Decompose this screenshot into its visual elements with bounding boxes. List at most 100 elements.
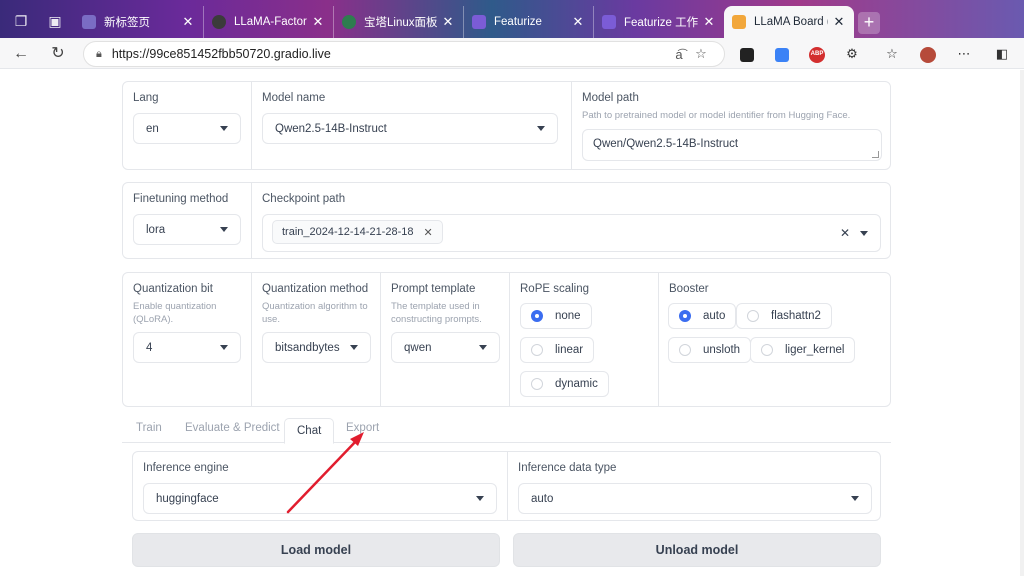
close-tab-icon[interactable]: ✕ — [702, 14, 716, 30]
tab-favicon-icon — [82, 15, 96, 29]
finetuning-method-dropdown[interactable]: lora — [133, 214, 241, 245]
checkpoint-path-cell: Checkpoint path ✕ train_2024-12-14-21-28… — [251, 183, 892, 258]
booster-cell: Booster auto flashattn2 unsloth liger_ke… — [658, 273, 892, 406]
model-name-cell: Model name Qwen2.5-14B-Instruct — [251, 82, 571, 169]
inference-dtype-dropdown[interactable]: auto — [518, 483, 872, 514]
resize-handle-icon[interactable] — [872, 151, 879, 158]
lang-dropdown[interactable]: en — [133, 113, 241, 144]
radio-unselected-icon — [761, 344, 773, 356]
quantization-bit-label: Quantization bit — [133, 283, 213, 295]
close-tab-icon[interactable]: ✕ — [571, 14, 585, 30]
workspaces-icon[interactable]: ❐ — [12, 12, 30, 30]
inference-engine-cell: Inference engine huggingface — [133, 452, 507, 520]
model-path-label: Model path — [582, 92, 639, 104]
radio-unselected-icon — [747, 310, 759, 322]
prompt-template-dropdown[interactable]: qwen — [391, 332, 500, 363]
browser-tab[interactable]: Featurize 工作区 ✕ — [594, 6, 724, 38]
browser-tab[interactable]: 宝塔Linux面板 ✕ — [334, 6, 464, 38]
featurize-icon — [472, 15, 486, 29]
booster-label: Booster — [669, 283, 709, 295]
model-path-info: Path to pretrained model or model identi… — [582, 110, 851, 121]
booster-auto-radio[interactable]: auto — [668, 303, 737, 329]
radio-unselected-icon — [531, 344, 543, 356]
quantization-method-cell: Quantization method Quantization algorit… — [251, 273, 380, 406]
inference-engine-label: Inference engine — [143, 462, 229, 474]
more-menu-icon[interactable]: ⋯ — [954, 44, 974, 64]
finetuning-method-label: Finetuning method — [133, 193, 229, 205]
favorites-icon[interactable]: ☆ — [882, 44, 902, 64]
booster-flashattn2-radio[interactable]: flashattn2 — [736, 303, 832, 329]
sidebar-toggle-icon[interactable]: ◧ — [992, 44, 1012, 64]
quantization-bit-info: Enable quantization (QLoRA). — [133, 301, 217, 325]
finetuning-method-cell: Finetuning method lora — [123, 183, 251, 258]
inference-dtype-label: Inference data type — [518, 462, 617, 474]
url-text[interactable]: https://99ce851452fbb50720.gradio.live — [112, 47, 668, 61]
browser-tab[interactable]: 新标签页 ✕ — [74, 6, 204, 38]
back-arrow-icon[interactable]: ← — [10, 43, 32, 65]
quantization-bit-cell: Quantization bit Enable quantization (QL… — [123, 273, 251, 406]
inference-engine-dropdown[interactable]: huggingface — [143, 483, 497, 514]
tab-actions-icon[interactable]: ▣ — [46, 12, 64, 30]
extension-icon[interactable] — [737, 44, 757, 64]
rope-none-radio[interactable]: none — [520, 303, 592, 329]
tab-chat[interactable]: Chat — [284, 418, 335, 444]
lock-icon[interactable]: 🔒︎ — [96, 48, 102, 61]
chevron-down-icon — [220, 126, 228, 131]
radio-unselected-icon — [679, 344, 691, 356]
address-bar[interactable]: 🔒︎ https://99ce851452fbb50720.gradio.liv… — [83, 41, 725, 67]
rope-dynamic-radio[interactable]: dynamic — [520, 371, 609, 397]
extension-icon[interactable] — [772, 44, 792, 64]
chevron-down-icon — [537, 126, 545, 131]
chevron-down-icon — [220, 345, 228, 350]
prompt-template-label: Prompt template — [391, 283, 476, 295]
clear-selection-icon[interactable]: ✕ — [840, 226, 850, 240]
browser-tab[interactable]: Featurize ✕ — [464, 6, 594, 38]
inference-row: Inference engine huggingface Inference d… — [132, 451, 881, 521]
close-tab-icon[interactable]: ✕ — [181, 14, 195, 30]
model-path-input[interactable]: Qwen/Qwen2.5-14B-Instruct — [582, 129, 882, 161]
new-tab-icon[interactable]: + — [858, 12, 880, 34]
profile-avatar[interactable] — [918, 44, 938, 64]
prompt-template-cell: Prompt template The template used in con… — [380, 273, 509, 406]
load-model-button[interactable]: Load model — [132, 533, 500, 567]
close-tab-icon[interactable]: ✕ — [832, 14, 846, 30]
rope-linear-radio[interactable]: linear — [520, 337, 595, 363]
model-name-dropdown[interactable]: Qwen2.5-14B-Instruct — [262, 113, 558, 144]
reload-icon[interactable]: ↻ — [47, 43, 69, 65]
checkpoint-chip[interactable]: train_2024-12-14-21-28-18 ✕ — [272, 220, 443, 244]
model-path-cell: Model path Path to pretrained model or m… — [571, 82, 892, 169]
quantization-bit-dropdown[interactable]: 4 — [133, 332, 241, 363]
radio-selected-icon — [679, 310, 691, 322]
extensions-puzzle-icon[interactable]: ⚙ — [842, 44, 862, 64]
close-tab-icon[interactable]: ✕ — [441, 14, 455, 30]
close-tab-icon[interactable]: ✕ — [311, 14, 325, 30]
function-tabs: Train Evaluate & Predict Chat Export — [122, 418, 891, 444]
inference-dtype-cell: Inference data type auto — [507, 452, 882, 520]
chevron-down-icon — [476, 496, 484, 501]
llama-board-icon — [732, 15, 746, 29]
lang-cell: Lang en — [123, 82, 251, 169]
tab-favicon-icon — [342, 15, 356, 29]
prompt-template-info: The template used in constructing prompt… — [391, 301, 482, 325]
browser-tab[interactable]: LLaMA-Factory/dat ✕ — [204, 6, 334, 38]
chevron-down-icon — [350, 345, 358, 350]
read-aloud-icon[interactable]: a͡ — [668, 47, 690, 62]
adblock-plus-icon[interactable]: ABP — [807, 44, 827, 64]
quantization-method-dropdown[interactable]: bitsandbytes — [262, 332, 371, 363]
chevron-down-icon — [851, 496, 859, 501]
browser-tab-active[interactable]: LLaMA Board (feat ✕ — [724, 6, 854, 38]
tab-evaluate-predict[interactable]: Evaluate & Predict — [185, 422, 280, 434]
chevron-down-icon — [479, 345, 487, 350]
booster-liger-kernel-radio[interactable]: liger_kernel — [750, 337, 856, 363]
favorite-star-icon[interactable]: ☆ — [690, 46, 712, 62]
browser-tab-strip: ❐ ▣ 新标签页 ✕ LLaMA-Factory/dat ✕ 宝塔Linux面板… — [0, 0, 1024, 42]
page-scrollbar[interactable] — [1020, 70, 1024, 576]
remove-chip-icon[interactable]: ✕ — [423, 226, 432, 239]
tab-train[interactable]: Train — [136, 422, 162, 434]
tab-export[interactable]: Export — [346, 422, 379, 434]
checkpoint-path-label: Checkpoint path — [262, 193, 346, 205]
unload-model-button[interactable]: Unload model — [513, 533, 881, 567]
model-row: Lang en Model name Qwen2.5-14B-Instruct … — [122, 81, 891, 170]
radio-unselected-icon — [531, 378, 543, 390]
booster-unsloth-radio[interactable]: unsloth — [668, 337, 752, 363]
